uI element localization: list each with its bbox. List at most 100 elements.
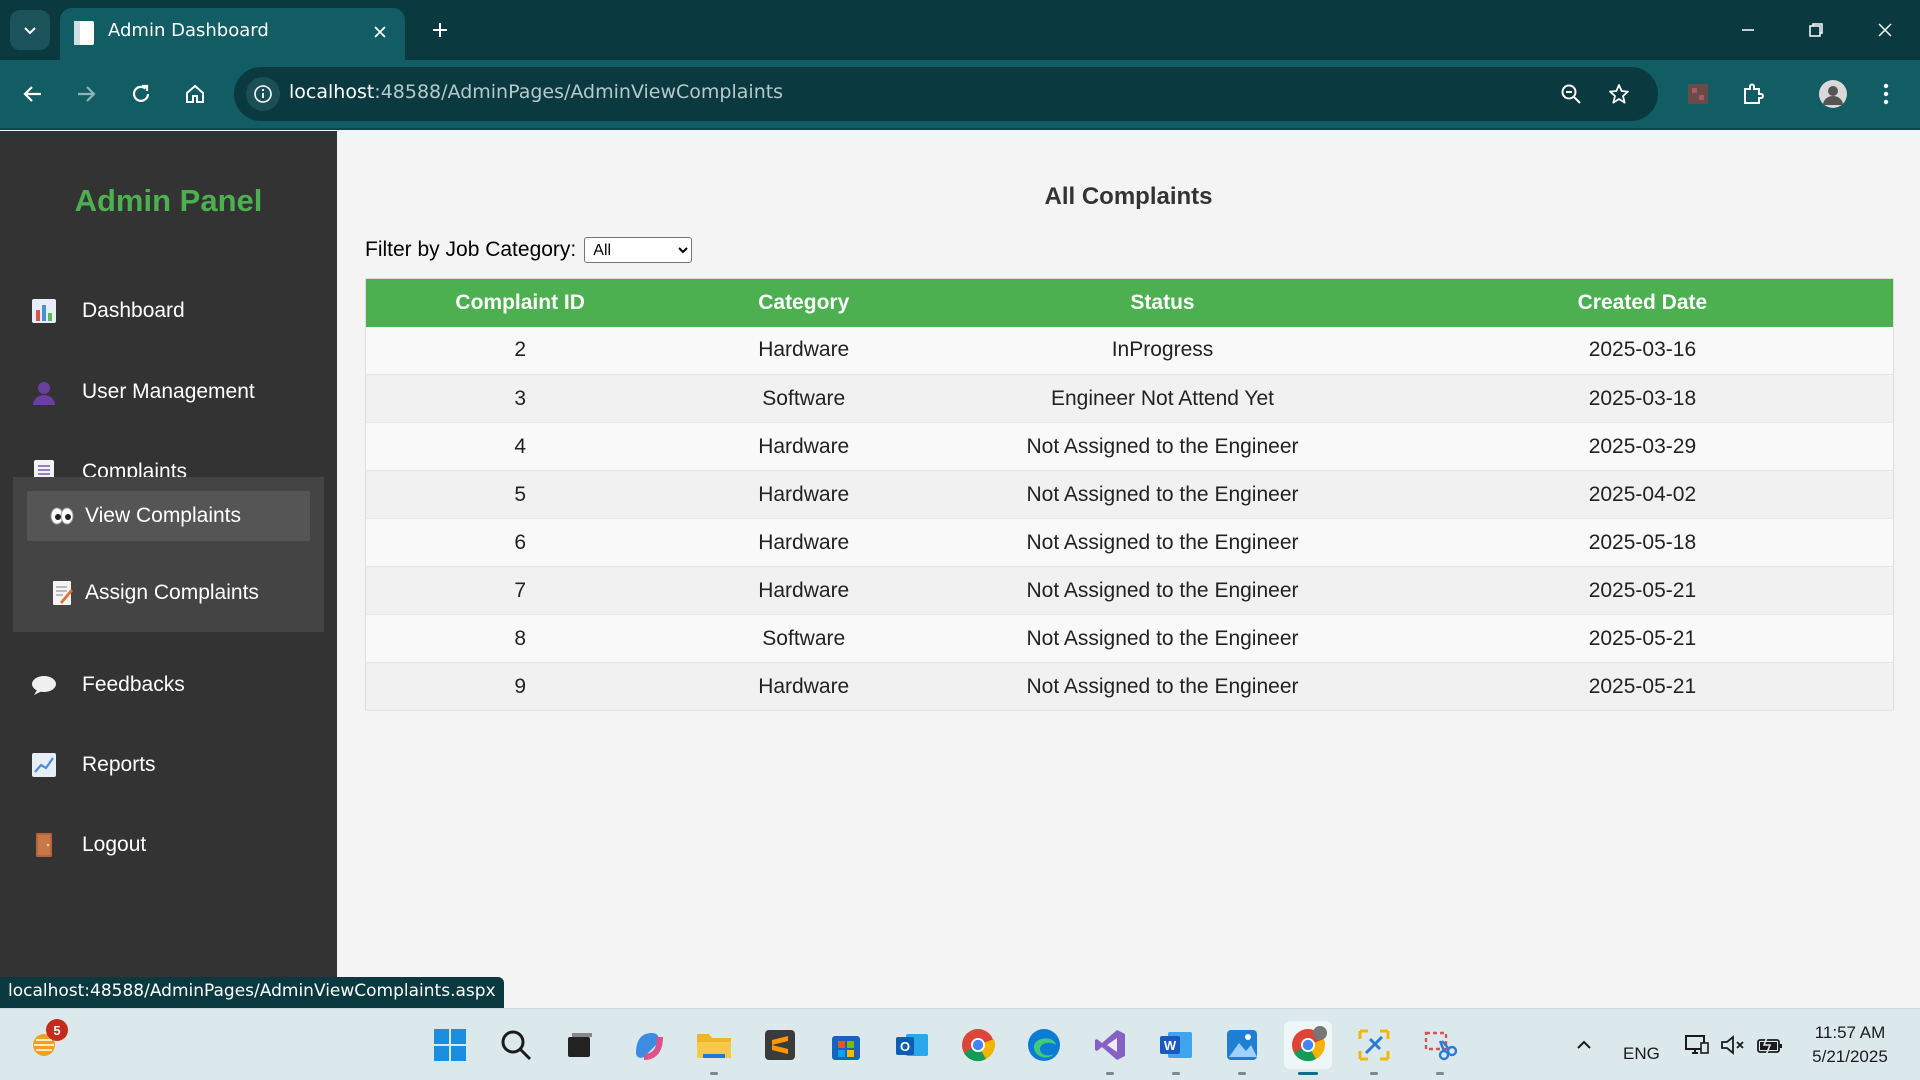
job-category-select[interactable]: All <box>584 237 693 263</box>
close-window-button[interactable] <box>1857 8 1913 52</box>
cell-created-date: 2025-05-21 <box>1391 614 1894 663</box>
taskbar-app-chrome-active[interactable] <box>1284 1021 1332 1075</box>
reload-icon <box>132 84 150 102</box>
restore-button[interactable] <box>1788 8 1844 52</box>
taskbar-app-word[interactable]: W <box>1152 1021 1200 1075</box>
browser-tab-bar: Admin Dashboard <box>0 0 1920 60</box>
chrome-icon <box>962 1029 996 1062</box>
cell-complaint-id: 3 <box>365 374 675 423</box>
taskbar-app-photos[interactable] <box>1218 1021 1266 1075</box>
minimize-button[interactable] <box>1720 8 1776 52</box>
site-info-button[interactable] <box>246 77 280 111</box>
network-icon <box>1685 1035 1709 1054</box>
home-button[interactable] <box>175 74 215 114</box>
url-text[interactable]: localhost:48588/AdminPages/AdminViewComp… <box>289 81 783 103</box>
tab-close-button[interactable] <box>365 17 395 47</box>
table-row[interactable]: 2 Hardware InProgress 2025-03-16 <box>365 326 1894 375</box>
submenu-item-view-complaints[interactable]: View Complaints <box>27 491 310 541</box>
browser-tab-active[interactable]: Admin Dashboard <box>60 8 405 60</box>
language-indicator[interactable]: ENG <box>1623 1044 1660 1064</box>
visual-studio-icon <box>1095 1030 1125 1060</box>
arrow-left-icon <box>23 86 41 102</box>
taskbar-app-copilot[interactable] <box>624 1021 672 1069</box>
cell-category: Hardware <box>674 566 934 615</box>
restore-icon <box>1809 23 1823 37</box>
system-clock[interactable]: 11:57 AM 5/21/2025 <box>1800 1021 1900 1069</box>
url-path: :48588/AdminPages/AdminViewComplaints <box>374 81 784 103</box>
table-row[interactable]: 5 Hardware Not Assigned to the Engineer … <box>365 470 1894 519</box>
taskbar-app-store[interactable] <box>822 1021 870 1069</box>
cell-complaint-id: 8 <box>365 614 675 663</box>
start-button[interactable] <box>426 1021 474 1069</box>
cell-category: Hardware <box>674 662 934 711</box>
profile-button[interactable] <box>1813 74 1853 114</box>
store-icon <box>832 1036 860 1060</box>
sublime-text-icon <box>765 1030 795 1060</box>
sidebar-item-dashboard[interactable]: Dashboard <box>30 288 185 334</box>
running-indicator <box>1436 1072 1444 1075</box>
task-view-button[interactable] <box>556 1021 604 1069</box>
taskbar-app-chrome[interactable] <box>954 1021 1002 1069</box>
url-host: localhost <box>289 81 375 103</box>
taskbar-app-edge[interactable] <box>1020 1021 1068 1069</box>
battery-icon <box>1757 1035 1782 1055</box>
running-indicator <box>1106 1072 1114 1075</box>
cell-complaint-id: 7 <box>365 566 675 615</box>
extension-button[interactable] <box>1678 74 1718 114</box>
bookmark-button[interactable] <box>1602 77 1636 111</box>
cell-created-date: 2025-05-21 <box>1391 662 1894 711</box>
sidebar-item-user-management[interactable]: User Management <box>30 369 255 415</box>
column-header-created-date[interactable]: Created Date <box>1392 279 1894 327</box>
running-indicator <box>1298 1072 1318 1075</box>
cell-created-date: 2025-05-21 <box>1391 566 1894 615</box>
reload-button[interactable] <box>121 74 161 114</box>
submenu-item-label: Assign Complaints <box>85 581 259 604</box>
cell-category: Hardware <box>674 470 934 519</box>
svg-text:O: O <box>900 1039 910 1054</box>
running-indicator <box>1370 1072 1378 1075</box>
sidebar-item-feedbacks[interactable]: Feedbacks <box>30 662 185 708</box>
taskbar-app-sublime[interactable] <box>756 1021 804 1069</box>
cell-status: Not Assigned to the Engineer <box>933 422 1392 471</box>
cell-created-date: 2025-03-16 <box>1391 326 1894 375</box>
sidebar-item-logout[interactable]: Logout <box>30 822 146 868</box>
table-row[interactable]: 4 Hardware Not Assigned to the Engineer … <box>365 422 1894 471</box>
cell-category: Hardware <box>674 518 934 567</box>
address-bar[interactable]: localhost:48588/AdminPages/AdminViewComp… <box>234 67 1658 121</box>
column-header-complaint-id[interactable]: Complaint ID <box>366 279 675 327</box>
taskbar-app-snipping[interactable] <box>1350 1021 1398 1075</box>
snip-sketch-icon <box>1358 1029 1390 1061</box>
back-button[interactable] <box>13 74 53 114</box>
cell-category: Software <box>674 614 934 663</box>
zoom-button[interactable] <box>1554 77 1588 111</box>
chrome-profile-icon <box>1292 1026 1327 1062</box>
show-hidden-icons-button[interactable] <box>1560 1021 1608 1069</box>
taskbar-app-outlook[interactable]: O <box>888 1021 936 1069</box>
browser-menu-button[interactable] <box>1866 74 1906 114</box>
cell-created-date: 2025-03-18 <box>1391 374 1894 423</box>
table-row[interactable]: 7 Hardware Not Assigned to the Engineer … <box>365 566 1894 615</box>
battery-button[interactable] <box>1748 1021 1792 1069</box>
table-row[interactable]: 3 Software Engineer Not Attend Yet 2025-… <box>365 374 1894 423</box>
column-header-status[interactable]: Status <box>933 279 1392 327</box>
tab-search-button[interactable] <box>10 10 50 50</box>
cell-category: Hardware <box>674 326 934 375</box>
sidebar-item-label: Feedbacks <box>82 673 185 696</box>
extensions-menu-button[interactable] <box>1733 74 1773 114</box>
sidebar-item-reports[interactable]: Reports <box>30 742 156 788</box>
taskbar-app-file-explorer[interactable] <box>690 1021 738 1075</box>
table-row[interactable]: 6 Hardware Not Assigned to the Engineer … <box>365 518 1894 567</box>
search-button[interactable] <box>492 1021 540 1069</box>
forward-button[interactable] <box>66 74 106 114</box>
info-icon <box>254 85 272 103</box>
taskbar-app-visual-studio[interactable] <box>1086 1021 1134 1075</box>
new-tab-button[interactable] <box>422 12 458 48</box>
clock-date: 5/21/2025 <box>1812 1047 1888 1066</box>
copilot-icon <box>636 1033 663 1060</box>
submenu-item-assign-complaints[interactable]: Assign Complaints <box>27 568 310 618</box>
chevron-up-icon <box>1577 1040 1591 1049</box>
taskbar-app-snipping-tool[interactable] <box>1416 1021 1464 1075</box>
column-header-category[interactable]: Category <box>674 279 933 327</box>
table-row[interactable]: 9 Hardware Not Assigned to the Engineer … <box>365 662 1894 711</box>
table-row[interactable]: 8 Software Not Assigned to the Engineer … <box>365 614 1894 663</box>
